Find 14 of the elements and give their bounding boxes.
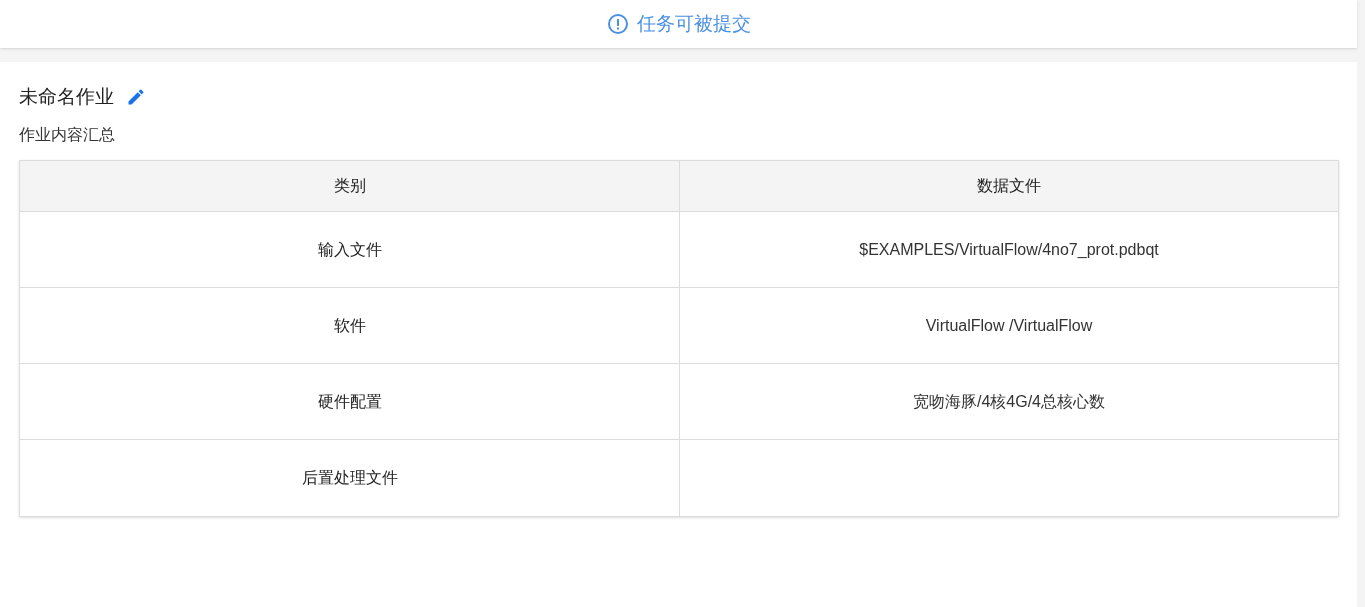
table-cell-text: VirtualFlow /VirtualFlow <box>924 315 1094 336</box>
status-message: 任务可被提交 <box>636 11 751 36</box>
edit-icon[interactable] <box>126 87 146 107</box>
column-header: 数据文件 <box>976 176 1042 196</box>
job-title: 未命名作业 <box>19 84 114 109</box>
table-cell: 后置处理文件 <box>20 440 680 516</box>
table-cell-text: 宽吻海豚/4核4G/4总核心数 <box>912 391 1106 412</box>
section-label: 作业内容汇总 <box>19 125 116 145</box>
table-cell: 输入文件 <box>20 212 680 287</box>
column-header: 类别 <box>20 161 680 211</box>
table-cell: 硬件配置 <box>20 364 680 439</box>
alert-icon <box>606 13 629 35</box>
table-cell-text: $EXAMPLES/VirtualFlow/4no7_prot.pdbqt <box>858 239 1160 260</box>
table-cell: 软件 <box>20 288 680 363</box>
